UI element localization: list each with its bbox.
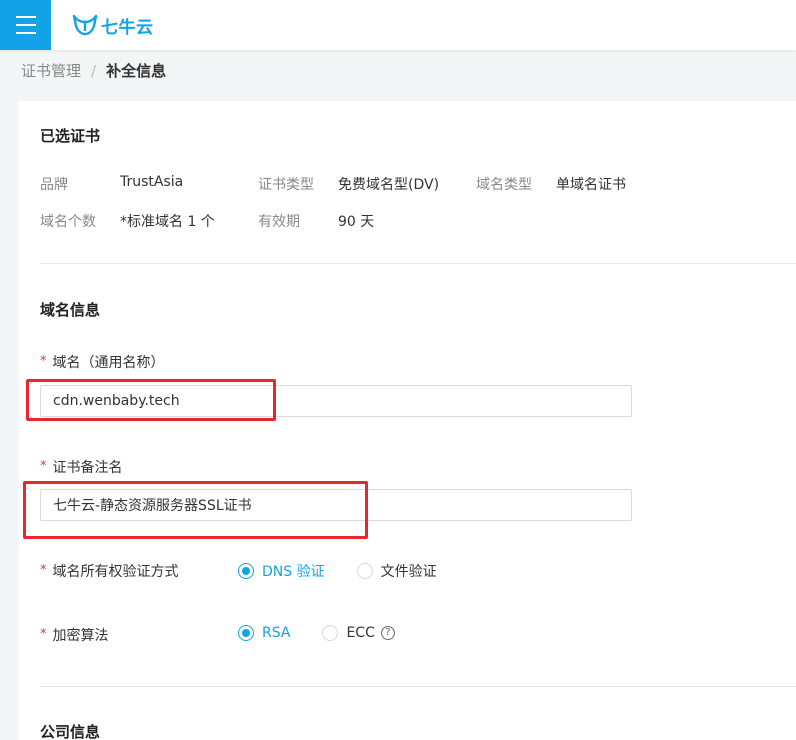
cert-type-value: 免费域名型(DV) [338, 177, 440, 193]
domain-count-label: 域名个数 [40, 214, 96, 230]
logo-text: 七牛云 [101, 17, 154, 38]
domain-info-title: 域名信息 [40, 301, 101, 319]
domain-input[interactable] [40, 385, 632, 417]
form-panel [19, 101, 796, 740]
radio-label: 文件验证 [380, 564, 437, 580]
page-title: 补全信息 [106, 62, 167, 80]
menu-icon[interactable] [0, 0, 51, 50]
qiniu-logo-icon [72, 14, 98, 36]
cert-type-label: 证书类型 [258, 177, 314, 193]
app-logo[interactable]: 七牛云 [72, 12, 154, 38]
domain-count-value: *标准域名 1 个 [120, 214, 215, 230]
verify-method-radio-group: DNS 验证 文件验证 [238, 561, 437, 581]
radio-rsa[interactable]: RSA [238, 625, 290, 641]
help-icon[interactable]: ? [380, 626, 395, 640]
breadcrumb-separator: / [91, 61, 97, 80]
company-info-title: 公司信息 [40, 723, 101, 740]
validity-value: 90 天 [338, 214, 375, 230]
required-mark: * [40, 353, 47, 369]
remark-field-label: * 证书备注名 [40, 457, 123, 477]
radio-ecc[interactable]: ECC [322, 625, 375, 641]
radio-dns-verify[interactable]: DNS 验证 [238, 561, 325, 581]
domain-label-text: 域名（通用名称） [52, 355, 165, 371]
verify-label-text: 域名所有权验证方式 [52, 564, 179, 580]
brand-label: 品牌 [40, 177, 68, 193]
divider [40, 686, 796, 687]
breadcrumb: 证书管理 / 补全信息 [21, 60, 166, 81]
radio-label: ECC [346, 625, 375, 641]
radio-file-verify[interactable]: 文件验证 [356, 561, 437, 581]
required-mark: * [40, 562, 47, 578]
cert-remark-input[interactable] [40, 489, 632, 521]
domain-type-label: 域名类型 [476, 177, 532, 193]
algorithm-radio-group: RSA ECC ? [238, 625, 395, 641]
remark-label-text: 证书备注名 [52, 460, 123, 476]
algo-field-label: * 加密算法 [40, 625, 109, 645]
radio-unchecked-icon [356, 563, 373, 579]
radio-unchecked-icon [322, 625, 339, 641]
required-mark: * [40, 626, 47, 642]
verify-field-label: * 域名所有权验证方式 [40, 561, 179, 581]
selected-cert-title: 已选证书 [40, 127, 101, 145]
divider [40, 263, 796, 264]
domain-field-label: * 域名（通用名称） [40, 352, 165, 372]
radio-label: DNS 验证 [262, 564, 325, 580]
radio-checked-icon [238, 563, 254, 579]
brand-value: TrustAsia [120, 174, 184, 190]
radio-label: RSA [262, 625, 291, 641]
validity-label: 有效期 [258, 214, 300, 230]
breadcrumb-cert-management[interactable]: 证书管理 [21, 60, 81, 81]
radio-checked-icon [238, 625, 254, 641]
algo-label-text: 加密算法 [52, 628, 109, 644]
required-mark: * [40, 458, 47, 474]
domain-type-value: 单域名证书 [556, 177, 626, 193]
top-bar: 七牛云 [0, 0, 796, 50]
